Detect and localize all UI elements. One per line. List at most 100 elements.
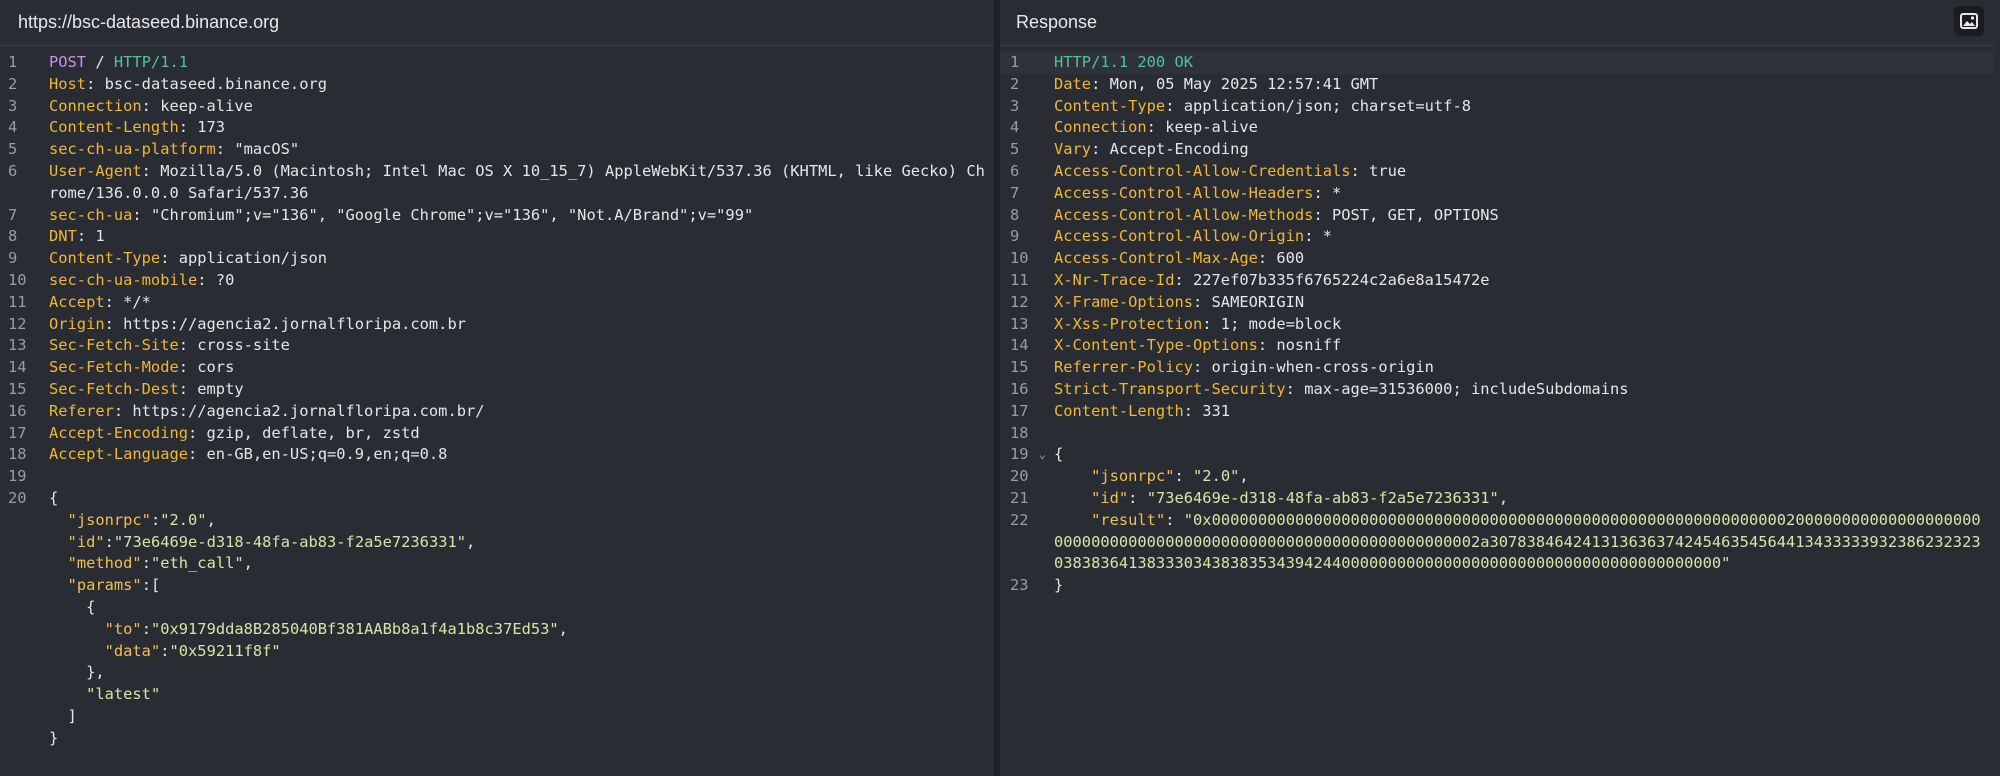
header-name: Access-Control-Allow-Headers [1054, 183, 1314, 202]
response-pane: Response 1 HTTP/1.1 200 OK 2 Date: Mon, 05 … [1000, 0, 1994, 776]
header-value: : nosniff [1257, 336, 1342, 355]
line-content: Accept: */* [38, 292, 994, 314]
line-number: 4 [8, 118, 18, 137]
code-token: , [1239, 467, 1249, 486]
code-token: { [49, 488, 59, 507]
header-name: Access-Control-Max-Age [1054, 249, 1258, 268]
code-token: "2.0" [160, 510, 207, 529]
header-name: Accept [49, 292, 105, 311]
header-name: Content-Type [49, 249, 161, 268]
line-number: 12 [8, 314, 27, 333]
header-name: X-Content-Type-Options [1054, 336, 1258, 355]
line-number [0, 597, 38, 619]
header-name: Content-Type [1054, 96, 1166, 115]
header-value: : application/json; charset=utf-8 [1165, 96, 1471, 115]
line-number: 21 [1010, 488, 1029, 507]
code-line: 13 Sec-Fetch-Site: cross-site [0, 335, 994, 357]
line-number: 2 [1010, 74, 1020, 93]
line-content: Host: bsc-dataseed.binance.org [38, 74, 994, 96]
code-token: } [1054, 576, 1064, 595]
code-token: : [141, 619, 151, 638]
header-value: : "Chromium";v="136", "Google Chrome";v=… [132, 205, 754, 224]
code-line: 18 [1000, 423, 1994, 445]
code-line: 1 POST / HTTP/1.1 [0, 52, 994, 74]
code-line: 13 X-Xss-Protection: 1; mode=block [1000, 314, 1994, 336]
line-number: 4 [1010, 118, 1020, 137]
header-name: Date [1054, 74, 1092, 93]
request-code-view[interactable]: 1 POST / HTTP/1.1 2 Host: bsc-dataseed.bina… [0, 46, 994, 750]
code-line: 22 "result": "0x000000000000000000000000… [1000, 510, 1994, 575]
line-content: Content-Length: 331 [1046, 401, 1994, 423]
code-line: 8 DNT: 1 [0, 226, 994, 248]
fold-chevron-icon[interactable]: ⌄ [1039, 444, 1046, 466]
line-number: 10 [1010, 249, 1029, 268]
line-number: 22 [1010, 510, 1029, 529]
code-token: { [49, 597, 96, 616]
line-number: 6 [8, 161, 18, 180]
line-content: Sec-Fetch-Dest: empty [38, 379, 994, 401]
code-line: } [0, 728, 994, 750]
code-line: 17 Content-Length: 331 [1000, 401, 1994, 423]
line-number: 9 [1010, 227, 1020, 246]
line-number: 23 [1010, 576, 1029, 595]
code-token: "0x0000000000000000000000000000000000000… [1054, 510, 1981, 573]
line-content: "id":"73e6469e-d318-48fa-ab83-f2a5e72363… [38, 532, 994, 554]
header-value: : */* [104, 292, 151, 311]
line-content: sec-ch-ua-mobile: ?0 [38, 270, 994, 292]
line-content [38, 466, 994, 488]
code-line: 23} [1000, 575, 1994, 597]
code-line: 1 HTTP/1.1 200 OK [1000, 52, 1994, 74]
header-name: Access-Control-Allow-Methods [1054, 205, 1314, 224]
line-number: 13 [1010, 314, 1029, 333]
code-line: 4 Connection: keep-alive [1000, 117, 1994, 139]
header-value: : keep-alive [141, 96, 253, 115]
line-number: 14 [1010, 336, 1029, 355]
http-method: POST [49, 53, 87, 71]
header-name: X-Nr-Trace-Id [1054, 270, 1175, 289]
line-number: 9 [8, 249, 18, 268]
code-token: : [1174, 467, 1194, 486]
line-number: 1 [8, 53, 18, 71]
image-view-button[interactable] [1954, 6, 1984, 36]
code-token: "id" [1091, 488, 1129, 507]
header-value: : bsc-dataseed.binance.org [86, 74, 327, 93]
http-version: HTTP/1.1 [113, 53, 189, 71]
code-token: : [1128, 488, 1147, 507]
line-number [0, 728, 38, 750]
line-content: Referrer-Policy: origin-when-cross-origi… [1046, 357, 1994, 379]
header-value: : application/json [160, 249, 327, 268]
code-token: "params" [67, 576, 142, 595]
code-line: 17 Accept-Encoding: gzip, deflate, br, zs… [0, 423, 994, 445]
code-line: 5 sec-ch-ua-platform: "macOS" [0, 139, 994, 161]
code-line: 3 Connection: keep-alive [0, 96, 994, 118]
line-number: 16 [8, 401, 27, 420]
header-value: : gzip, deflate, br, zstd [188, 423, 420, 442]
line-content: "latest" [38, 684, 994, 706]
line-content: Accept-Encoding: gzip, deflate, br, zstd [38, 423, 994, 445]
line-number: 20 [8, 488, 27, 507]
code-line: 11 Accept: */* [0, 292, 994, 314]
header-name: DNT [49, 227, 77, 246]
code-token: , [243, 554, 253, 573]
line-number [0, 510, 38, 532]
response-code-view[interactable]: 1 HTTP/1.1 200 OK 2 Date: Mon, 05 May 2025 … [1000, 46, 1994, 597]
header-value: : * [1313, 183, 1342, 202]
code-token: : [104, 532, 114, 551]
header-value: : 1; mode=block [1202, 314, 1342, 333]
header-name: Vary [1054, 140, 1092, 159]
header-value: : Accept-Encoding [1091, 140, 1249, 159]
code-token: "to" [104, 619, 142, 638]
code-token: "latest" [86, 685, 161, 704]
line-number [0, 706, 38, 728]
request-url-title: https://bsc-dataseed.binance.org [18, 12, 280, 32]
code-line: "id":"73e6469e-d318-48fa-ab83-f2a5e72363… [0, 532, 994, 554]
line-content: Connection: keep-alive [1046, 117, 1994, 139]
code-line: 7 Access-Control-Allow-Headers: * [1000, 183, 1994, 205]
code-line: 18 Accept-Language: en-GB,en-US;q=0.9,en;… [0, 444, 994, 466]
code-token: "data" [104, 641, 161, 660]
line-content: Access-Control-Allow-Headers: * [1046, 183, 1994, 205]
line-number [0, 532, 38, 554]
response-header: Response [1000, 0, 1994, 46]
